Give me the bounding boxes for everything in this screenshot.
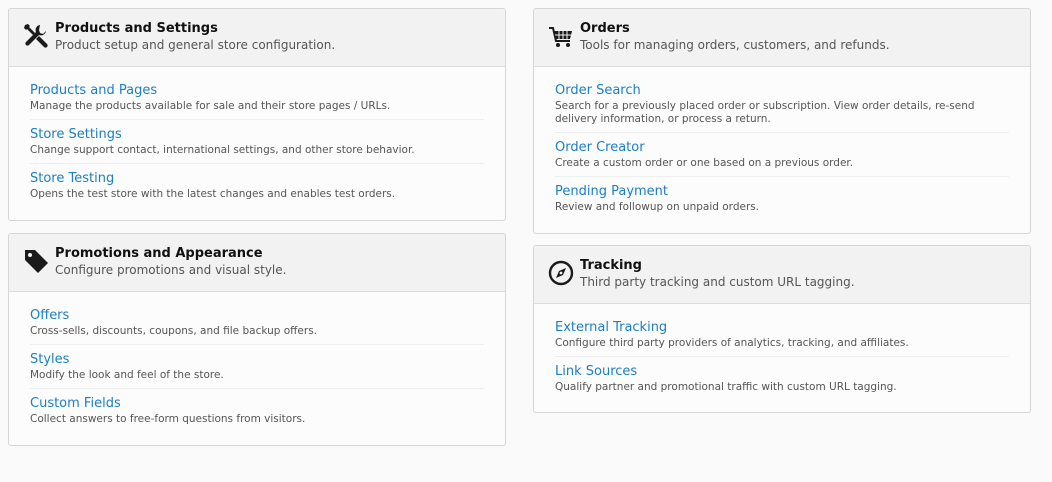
- list-item: Custom Fields Collect answers to free-fo…: [30, 389, 484, 432]
- item-description: Opens the test store with the latest cha…: [30, 188, 396, 200]
- card-subtitle: Tools for managing orders, customers, an…: [580, 38, 890, 52]
- item-description: Collect answers to free-form questions f…: [30, 413, 306, 425]
- list-item: Styles Modify the look and feel of the s…: [30, 345, 484, 389]
- link-sources-link[interactable]: Link Sources: [555, 364, 1009, 380]
- card-title: Products and Settings: [55, 21, 218, 36]
- promotions-appearance-card: Promotions and Appearance Configure prom…: [8, 233, 506, 446]
- item-description: Change support contact, international se…: [30, 144, 415, 156]
- list-item: Store Testing Opens the test store with …: [30, 164, 484, 207]
- products-and-pages-link[interactable]: Products and Pages: [30, 83, 484, 99]
- order-search-link[interactable]: Order Search: [555, 83, 1009, 99]
- tag-icon: [22, 247, 50, 275]
- orders-card: Orders Tools for managing orders, custom…: [533, 8, 1031, 234]
- list-item: Link Sources Qualify partner and promoti…: [555, 357, 1009, 400]
- external-tracking-link[interactable]: External Tracking: [555, 320, 1009, 336]
- list-item: External Tracking Configure third party …: [555, 313, 1009, 357]
- cart-icon: [547, 22, 575, 50]
- custom-fields-link[interactable]: Custom Fields: [30, 396, 484, 412]
- styles-link[interactable]: Styles: [30, 352, 484, 368]
- tools-icon: [22, 22, 50, 50]
- pending-payment-link[interactable]: Pending Payment: [555, 184, 1009, 200]
- item-description: Review and followup on unpaid orders.: [555, 201, 760, 213]
- card-title: Orders: [580, 21, 630, 36]
- item-description: Configure third party providers of analy…: [555, 337, 909, 349]
- list-item: Store Settings Change support contact, i…: [30, 120, 484, 164]
- tracking-card: Tracking Third party tracking and custom…: [533, 245, 1031, 413]
- item-description: Create a custom order or one based on a …: [555, 157, 854, 169]
- item-description: Modify the look and feel of the store.: [30, 369, 224, 381]
- list-item: Offers Cross-sells, discounts, coupons, …: [30, 301, 484, 345]
- card-subtitle: Product setup and general store configur…: [55, 38, 336, 52]
- card-header: Tracking Third party tracking and custom…: [534, 246, 1030, 304]
- card-title: Tracking: [580, 258, 642, 273]
- card-header: Orders Tools for managing orders, custom…: [534, 9, 1030, 67]
- item-description: Cross-sells, discounts, coupons, and fil…: [30, 325, 317, 337]
- list-item: Order Search Search for a previously pla…: [555, 76, 1009, 133]
- card-header: Promotions and Appearance Configure prom…: [9, 234, 505, 292]
- offers-link[interactable]: Offers: [30, 308, 484, 324]
- compass-icon: [547, 259, 575, 287]
- store-settings-link[interactable]: Store Settings: [30, 127, 484, 143]
- list-item: Pending Payment Review and followup on u…: [555, 177, 1009, 220]
- card-subtitle: Third party tracking and custom URL tagg…: [580, 275, 855, 289]
- list-item: Order Creator Create a custom order or o…: [555, 133, 1009, 177]
- item-description: Search for a previously placed order or …: [555, 100, 975, 125]
- products-settings-card: Products and Settings Product setup and …: [8, 8, 506, 221]
- order-creator-link[interactable]: Order Creator: [555, 140, 1009, 156]
- card-title: Promotions and Appearance: [55, 246, 263, 261]
- store-testing-link[interactable]: Store Testing: [30, 171, 484, 187]
- card-subtitle: Configure promotions and visual style.: [55, 263, 287, 277]
- card-header: Products and Settings Product setup and …: [9, 9, 505, 67]
- list-item: Products and Pages Manage the products a…: [30, 76, 484, 120]
- item-description: Qualify partner and promotional traffic …: [555, 381, 897, 393]
- item-description: Manage the products available for sale a…: [30, 100, 391, 112]
